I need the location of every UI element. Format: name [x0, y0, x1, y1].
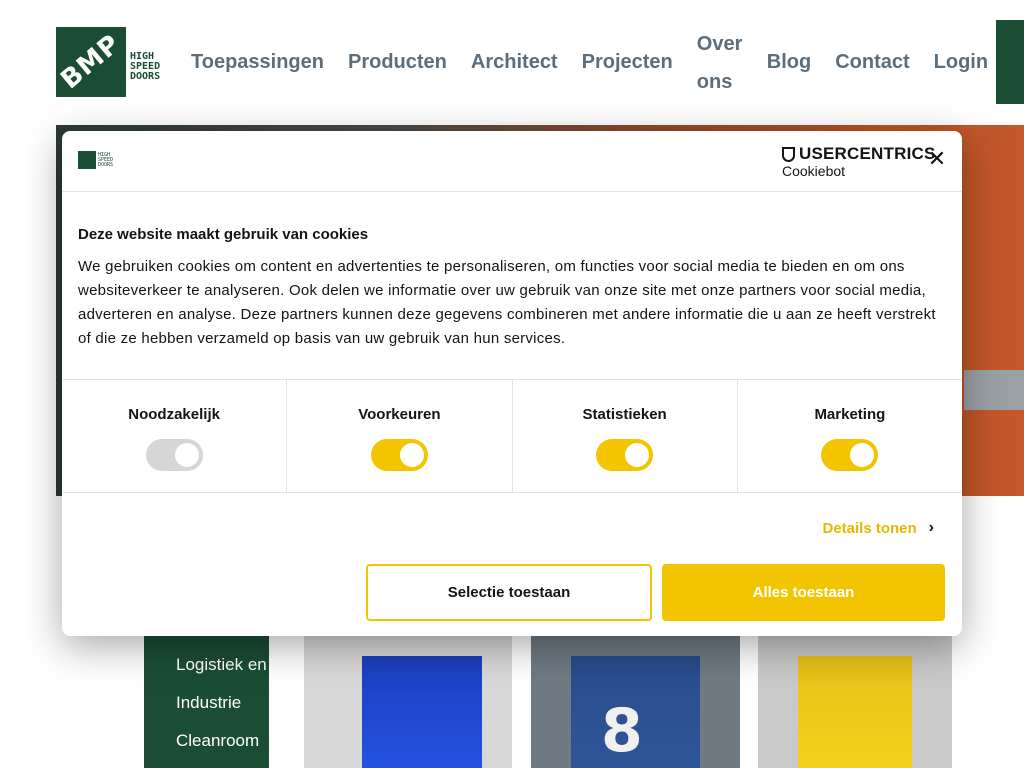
product-tile-yellow-door[interactable]: [758, 636, 952, 768]
nav-toepassingen[interactable]: Toepassingen: [191, 51, 324, 74]
menu-item-logistiek[interactable]: Logistiek en distributie: [144, 646, 269, 684]
toggle-noodzakelijk: [145, 439, 203, 471]
nav-login[interactable]: Login: [934, 51, 988, 74]
allow-selection-button[interactable]: Selectie toestaan: [366, 564, 652, 621]
logo-mark: BMP: [55, 27, 127, 97]
logo-word: DOORS: [98, 161, 114, 168]
site-logo[interactable]: BMP HIGH SPEED DOORS: [55, 27, 160, 97]
cookiebot-label: Cookiebot: [782, 163, 846, 179]
details-label: Details tonen: [822, 519, 917, 537]
details-link[interactable]: Details tonen ›: [822, 519, 934, 537]
product-tile-blue-door[interactable]: [304, 636, 512, 768]
usercentrics-title-text: USERCENTRICS: [799, 144, 936, 163]
site-header: BMP HIGH SPEED DOORS Toepassingen Produc…: [0, 0, 1024, 125]
category-marketing: Marketing: [738, 380, 962, 492]
toggle-knob: [850, 443, 875, 467]
toggle-statistieken[interactable]: [596, 439, 654, 471]
details-row: Details tonen ›: [62, 493, 962, 563]
nav-contact[interactable]: Contact: [835, 51, 909, 74]
dialog-description: We gebruiken cookies om content en adver…: [78, 258, 936, 347]
nav-blog[interactable]: Blog: [767, 51, 811, 74]
cookie-consent-dialog: HIGH SPEED DOORS USERCENTRICS Cookiebot …: [62, 131, 962, 636]
close-icon[interactable]: ✕: [926, 149, 948, 171]
category-label: Marketing: [814, 406, 886, 423]
toggle-knob: [625, 443, 650, 467]
category-label: Noodzakelijk: [128, 406, 220, 423]
logo-words: HIGH SPEED DOORS: [130, 52, 160, 82]
door-image: [798, 656, 912, 768]
category-label: Voorkeuren: [358, 406, 441, 423]
nav-projecten[interactable]: Projecten: [582, 51, 673, 74]
category-label: Statistieken: [582, 406, 667, 423]
dialog-body: Deze website maakt gebruik van cookies W…: [62, 192, 962, 380]
dialog-heading: Deze website maakt gebruik van cookies: [78, 226, 369, 243]
nav-producten[interactable]: Producten: [348, 51, 447, 74]
category-noodzakelijk: Noodzakelijk: [62, 380, 288, 492]
toggle-voorkeuren[interactable]: [370, 439, 428, 471]
shield-icon: [782, 146, 795, 162]
logo-mark-text: BMP: [55, 28, 127, 96]
cookie-categories: Noodzakelijk Voorkeuren Statistieken Mar…: [62, 380, 962, 493]
nav-architect[interactable]: Architect: [471, 51, 558, 74]
logo-word: DOORS: [130, 71, 161, 82]
category-voorkeuren: Voorkeuren: [287, 380, 513, 492]
dialog-site-logo: HIGH SPEED DOORS: [78, 151, 113, 169]
toggle-marketing[interactable]: [821, 439, 879, 471]
dialog-header: HIGH SPEED DOORS USERCENTRICS Cookiebot …: [62, 131, 962, 192]
product-tile-numbered-door[interactable]: 8: [531, 636, 740, 768]
dialog-actions: Selectie toestaan Alles toestaan: [62, 564, 962, 621]
dialog-logo-mark: [78, 151, 96, 169]
nav-over-ons[interactable]: Over ons: [697, 25, 743, 101]
menu-item-industrie[interactable]: Industrie: [144, 684, 269, 722]
menu-item-cleanroom[interactable]: Cleanroom: [144, 722, 269, 760]
door-number: 8: [601, 696, 643, 766]
dialog-logo-words: HIGH SPEED DOORS: [98, 152, 114, 168]
main-nav: Toepassingen Producten Architect Project…: [191, 0, 1012, 125]
application-menu: Logistiek en distributie Industrie Clean…: [144, 636, 269, 768]
usercentrics-brand[interactable]: USERCENTRICS Cookiebot: [782, 144, 936, 179]
hero-door-rail: [964, 370, 1024, 410]
category-statistieken: Statistieken: [513, 380, 738, 492]
usercentrics-title: USERCENTRICS: [782, 144, 936, 164]
allow-all-button[interactable]: Alles toestaan: [662, 564, 945, 621]
chevron-right-icon: ›: [928, 519, 934, 536]
header-cta-button[interactable]: [996, 20, 1024, 104]
toggle-knob: [399, 443, 424, 467]
door-image: [362, 656, 482, 768]
toggle-knob: [174, 443, 199, 467]
